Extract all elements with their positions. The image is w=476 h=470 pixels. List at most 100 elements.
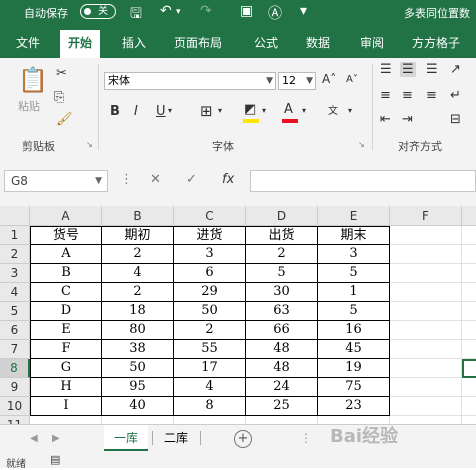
cell-g9[interactable] [462, 378, 476, 397]
cell-e2[interactable]: 3 [318, 245, 390, 264]
cell-d5[interactable]: 63 [246, 302, 318, 321]
cell-a11[interactable] [30, 416, 102, 424]
cell-e7[interactable]: 45 [318, 340, 390, 359]
underline-dropdown-icon[interactable]: ▾ [168, 106, 172, 115]
cell-g4[interactable] [462, 283, 476, 302]
borders-icon[interactable]: ⊞ [200, 102, 213, 120]
tab-fangfang[interactable]: 方方格子 [412, 34, 460, 51]
cell-b5[interactable]: 18 [102, 302, 174, 321]
cell-b10[interactable]: 40 [102, 397, 174, 416]
cell-d3[interactable]: 5 [246, 264, 318, 283]
select-all-corner[interactable] [0, 206, 30, 226]
align-middle-icon[interactable]: ☰ [400, 62, 416, 77]
cell-c4[interactable]: 29 [174, 283, 246, 302]
cell-e10[interactable]: 23 [318, 397, 390, 416]
column-header-b[interactable]: B [102, 206, 174, 226]
cell-b4[interactable]: 2 [102, 283, 174, 302]
cell-g1[interactable] [462, 226, 476, 245]
row-header-6[interactable]: 6 [0, 321, 30, 340]
sheet-tab-2[interactable]: 二库 [154, 425, 198, 451]
tab-data[interactable]: 数据 [306, 34, 330, 51]
decrease-font-icon[interactable]: A˅ [346, 74, 358, 85]
cell-g6[interactable] [462, 321, 476, 340]
align-bottom-icon[interactable]: ☰ [426, 62, 438, 77]
cell-c7[interactable]: 55 [174, 340, 246, 359]
increase-font-icon[interactable]: A˄ [322, 72, 336, 86]
cell-f2[interactable] [390, 245, 462, 264]
row-header-3[interactable]: 3 [0, 264, 30, 283]
cell-e6[interactable]: 16 [318, 321, 390, 340]
wrap-text-icon[interactable]: ↵ [450, 88, 461, 103]
cell-d11[interactable] [246, 416, 318, 424]
cell-a8[interactable]: G [30, 359, 102, 378]
cell-b6[interactable]: 80 [102, 321, 174, 340]
cell-f8[interactable] [390, 359, 462, 378]
undo-dropdown-icon[interactable]: ▾ [176, 7, 181, 17]
align-left-icon[interactable]: ≡ [380, 88, 391, 103]
insert-function-icon[interactable]: fx [222, 172, 234, 187]
cell-a2[interactable]: A [30, 245, 102, 264]
cell-b8[interactable]: 50 [102, 359, 174, 378]
cell-c11[interactable] [174, 416, 246, 424]
cell-b11[interactable] [102, 416, 174, 424]
decrease-indent-icon[interactable]: ⇤ [380, 112, 391, 127]
font-size-select[interactable]: 12 ▼ [278, 72, 316, 90]
row-header-1[interactable]: 1 [0, 226, 30, 245]
italic-button[interactable]: I [134, 104, 138, 119]
phonetic-dropdown-icon[interactable]: ▾ [348, 106, 352, 115]
cell-a9[interactable]: H [30, 378, 102, 397]
cell-d9[interactable]: 24 [246, 378, 318, 397]
cell-a10[interactable]: I [30, 397, 102, 416]
row-header-4[interactable]: 4 [0, 283, 30, 302]
accessibility-icon[interactable]: ▤ [50, 453, 60, 466]
formula-input[interactable] [250, 170, 476, 192]
paste-icon[interactable]: 📋 [18, 66, 48, 94]
cancel-icon[interactable]: ✕ [150, 172, 161, 187]
fill-color-icon[interactable]: ◩ [244, 102, 256, 117]
cell-d4[interactable]: 30 [246, 283, 318, 302]
tab-formulas[interactable]: 公式 [254, 34, 278, 51]
cell-d1[interactable]: 出货 [246, 226, 318, 245]
align-top-icon[interactable]: ☰ [380, 62, 392, 77]
undo-icon[interactable]: ↶ [160, 3, 172, 19]
cell-c5[interactable]: 50 [174, 302, 246, 321]
cell-d10[interactable]: 25 [246, 397, 318, 416]
fill-color-dropdown-icon[interactable]: ▾ [262, 106, 266, 115]
cell-b9[interactable]: 95 [102, 378, 174, 397]
column-header-d[interactable]: D [246, 206, 318, 226]
cell-c8[interactable]: 17 [174, 359, 246, 378]
cell-f1[interactable] [390, 226, 462, 245]
cell-b2[interactable]: 2 [102, 245, 174, 264]
tab-insert[interactable]: 插入 [122, 34, 146, 51]
cut-icon[interactable]: ✂ [56, 66, 67, 81]
row-header-10[interactable]: 10 [0, 397, 30, 416]
cell-a4[interactable]: C [30, 283, 102, 302]
cell-g10[interactable] [462, 397, 476, 416]
sheet-tab-1[interactable]: 一库 [104, 425, 149, 451]
align-right-icon[interactable]: ≡ [426, 88, 437, 103]
cell-e8[interactable]: 19 [318, 359, 390, 378]
font-launcher-icon[interactable]: ↘ [358, 140, 365, 149]
borders-dropdown-icon[interactable]: ▾ [218, 106, 222, 115]
cell-c9[interactable]: 4 [174, 378, 246, 397]
cell-f4[interactable] [390, 283, 462, 302]
copy-icon[interactable]: ⎘ [54, 90, 64, 105]
cell-f5[interactable] [390, 302, 462, 321]
cell-g2[interactable] [462, 245, 476, 264]
next-sheet-icon[interactable]: ▶ [52, 433, 60, 444]
row-header-5[interactable]: 5 [0, 302, 30, 321]
tab-file[interactable]: 文件 [16, 34, 40, 51]
cell-f10[interactable] [390, 397, 462, 416]
column-header-c[interactable]: C [174, 206, 246, 226]
cell-d8[interactable]: 48 [246, 359, 318, 378]
cell-a1[interactable]: 货号 [30, 226, 102, 245]
cell-e5[interactable]: 5 [318, 302, 390, 321]
row-header-11[interactable]: 11 [0, 416, 30, 424]
autosave-toggle[interactable]: 关 [80, 4, 116, 19]
save-icon[interactable]: 🖫 [130, 3, 142, 27]
clipboard-launcher-icon[interactable]: ↘ [86, 140, 93, 149]
worksheet-grid[interactable]: A B C D E F 1 货号 期初 进货 出货 期末 2 A 2 3 2 3 3 B 4 6 5 5 4 C 2 29 30 1 5 D 1… [0, 206, 476, 424]
cell-b7[interactable]: 38 [102, 340, 174, 359]
column-header-a[interactable]: A [30, 206, 102, 226]
cell-a3[interactable]: B [30, 264, 102, 283]
